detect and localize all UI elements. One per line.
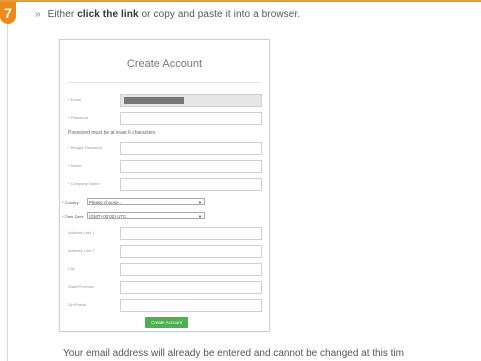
email-row: * Email (60, 94, 269, 107)
create-account-button[interactable]: Create Account (145, 317, 188, 328)
address-line-2-label: Address Line 2 (68, 248, 95, 253)
password-label: * Password (68, 115, 89, 120)
country-label: * Country (62, 200, 79, 205)
name-field[interactable] (120, 160, 262, 173)
form-title: Create Account (126, 58, 203, 70)
address-line-2-field[interactable] (120, 245, 262, 258)
zip-postal-field[interactable] (120, 299, 262, 312)
company-name-label: * Company Name (68, 181, 100, 186)
email-label: * Email (68, 97, 81, 102)
country-row: * Country Please choose... ▼ (60, 198, 269, 207)
retype-password-field[interactable] (120, 142, 262, 155)
retype-password-label: * Retype Password (68, 145, 103, 150)
instruction-line: » Either click the link or copy and past… (35, 9, 300, 20)
password-field[interactable] (120, 112, 262, 125)
state-province-field[interactable] (120, 281, 262, 294)
city-field[interactable] (120, 263, 262, 276)
state-province-row: State/Province (60, 281, 269, 294)
address-line-1-label: Address Line 1 (68, 230, 95, 235)
address-line-2-row: Address Line 2 (60, 245, 269, 258)
timezone-selected-value: (GMT+00:00) UTC (89, 214, 127, 219)
step-number-badge: 7 (0, 2, 16, 24)
timezone-label: * Time Zone (62, 214, 84, 219)
password-requirement-note: Password must be at least 6 characters (68, 130, 156, 136)
chevron-down-icon: ▼ (198, 214, 202, 219)
name-row: * Name (60, 160, 269, 173)
retype-password-row: * Retype Password (60, 142, 269, 155)
password-row: * Password (60, 112, 269, 125)
company-name-row: * Company Name (60, 178, 269, 191)
chevron-down-icon: ▼ (198, 200, 202, 205)
address-line-1-field[interactable] (120, 227, 262, 240)
city-label: City (68, 266, 75, 271)
city-row: City (60, 263, 269, 276)
company-name-field[interactable] (120, 178, 262, 191)
click-the-link-emphasis: click the link (77, 9, 139, 20)
instruction-prefix: Either (47, 9, 75, 20)
redacted-email-value (124, 97, 184, 104)
bullet-marker: » (35, 9, 41, 20)
name-label: * Name (68, 163, 82, 168)
top-accent-rule (0, 0, 481, 2)
zip-postal-row: Zip/Postal (60, 299, 269, 312)
state-province-label: State/Province (68, 284, 95, 289)
left-guide-line (7, 24, 8, 361)
footer-explanation: Your email address will already be enter… (63, 348, 404, 359)
address-line-1-row: Address Line 1 (60, 227, 269, 240)
title-divider (68, 82, 261, 83)
email-field[interactable] (120, 94, 262, 107)
country-select[interactable]: Please choose... ▼ (87, 198, 205, 205)
instruction-suffix: or copy and paste it into a browser. (141, 9, 301, 20)
zip-postal-label: Zip/Postal (68, 302, 86, 307)
timezone-row: * Time Zone (GMT+00:00) UTC ▼ (60, 212, 269, 221)
create-account-form-screenshot: Create Account * Email * Password Passwo… (59, 39, 270, 332)
country-selected-value: Please choose... (89, 200, 123, 205)
timezone-select[interactable]: (GMT+00:00) UTC ▼ (87, 212, 205, 219)
